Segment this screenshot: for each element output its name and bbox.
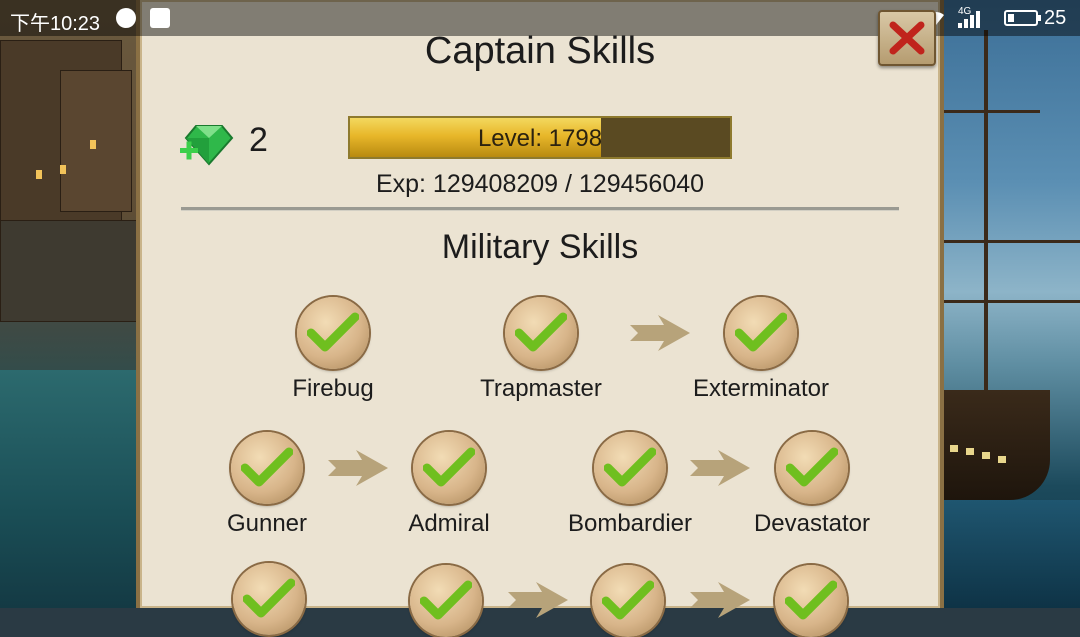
- checkmark-icon: [307, 312, 359, 352]
- skill-trapmaster[interactable]: Trapmaster: [466, 297, 616, 403]
- skill-unlocked-badge: [410, 565, 482, 637]
- skill-unlocked-badge: [505, 297, 577, 369]
- skill-name: Devastator: [753, 510, 871, 537]
- skill-row3-4[interactable]: [736, 565, 886, 637]
- skill-name: Trapmaster: [480, 375, 602, 402]
- skill-unlocked-badge: [775, 565, 847, 637]
- sync-icon: [116, 8, 136, 28]
- checkmark-icon: [786, 447, 838, 487]
- skill-name: Gunner: [226, 510, 308, 537]
- skill-devastator[interactable]: Devastator: [737, 432, 887, 538]
- checkmark-icon: [602, 580, 654, 620]
- battery-icon: [1004, 10, 1041, 26]
- add-gems-icon[interactable]: [178, 118, 234, 168]
- arrow-right-icon: [630, 315, 690, 351]
- level-progress-bar: Level: 1798: [348, 116, 732, 159]
- skill-gunner[interactable]: Gunner: [192, 432, 342, 538]
- section-title: Military Skills: [441, 228, 639, 266]
- checkmark-icon: [243, 578, 295, 618]
- skill-row3-3[interactable]: [553, 565, 703, 637]
- skill-unlocked-badge: [233, 563, 305, 635]
- skill-unlocked-badge: [297, 297, 369, 369]
- skill-name: Exterminator: [692, 375, 830, 402]
- close-icon: [889, 21, 925, 55]
- close-button[interactable]: [878, 10, 936, 66]
- skill-firebug[interactable]: Firebug: [258, 297, 408, 403]
- skill-row3-2[interactable]: [371, 565, 521, 637]
- battery-level: 25: [1044, 7, 1067, 29]
- skill-unlocked-badge: [413, 432, 485, 504]
- status-time: 下午10:23: [10, 13, 101, 35]
- divider: [181, 207, 899, 211]
- skill-unlocked-badge: [725, 297, 797, 369]
- experience-label: Exp: 129408209 / 129456040: [375, 170, 705, 198]
- skill-exterminator[interactable]: Exterminator: [686, 297, 836, 403]
- level-label: Level: 1798: [477, 125, 603, 152]
- skill-unlocked-badge: [776, 432, 848, 504]
- checkmark-icon: [735, 312, 787, 352]
- skill-row3-1[interactable]: [194, 563, 344, 635]
- checkmark-icon: [423, 447, 475, 487]
- skill-name: Firebug: [292, 375, 374, 402]
- skill-bombardier[interactable]: Bombardier: [555, 432, 705, 538]
- skill-name: Bombardier: [567, 510, 693, 537]
- background-ship: [940, 0, 1080, 608]
- gem-count: 2: [249, 121, 268, 159]
- checkmark-icon: [515, 312, 567, 352]
- skill-admiral[interactable]: Admiral: [374, 432, 524, 538]
- notification-icon: [150, 8, 170, 28]
- skill-unlocked-badge: [231, 432, 303, 504]
- checkmark-icon: [241, 447, 293, 487]
- checkmark-icon: [785, 580, 837, 620]
- background-harbor-town: [0, 0, 140, 608]
- skill-unlocked-badge: [592, 565, 664, 637]
- skill-unlocked-badge: [594, 432, 666, 504]
- checkmark-icon: [604, 447, 656, 487]
- skill-name: Admiral: [408, 510, 490, 537]
- checkmark-icon: [420, 580, 472, 620]
